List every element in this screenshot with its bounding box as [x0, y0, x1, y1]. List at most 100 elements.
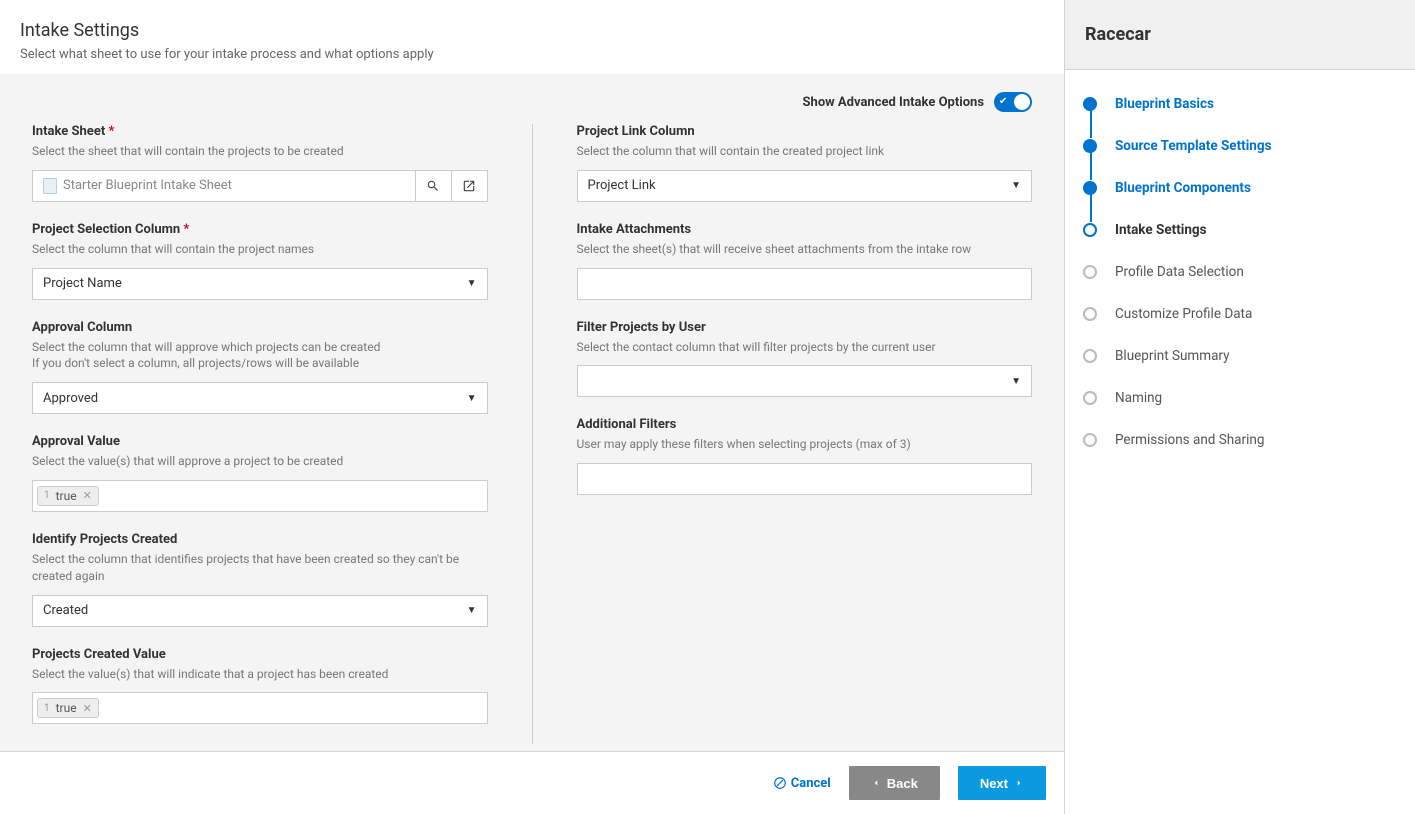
advanced-toggle-label: Show Advanced Intake Options: [803, 95, 984, 110]
created-value-tag: 1 true ✕: [37, 698, 99, 718]
tag-text: true: [56, 489, 77, 503]
page-header: Intake Settings Select what sheet to use…: [0, 0, 1064, 74]
created-value-help: Select the value(s) that will indicate t…: [32, 666, 488, 683]
additional-filters-label: Additional Filters: [577, 417, 1033, 432]
cancel-label: Cancel: [791, 776, 831, 791]
tag-text: true: [56, 701, 77, 715]
chevron-left-icon: [871, 778, 881, 788]
created-value-input[interactable]: 1 true ✕: [32, 692, 488, 724]
step-label: Intake Settings: [1115, 222, 1207, 238]
project-link-label: Project Link Column: [577, 124, 1033, 139]
page-title: Intake Settings: [20, 20, 1044, 41]
column-divider: [532, 124, 533, 744]
approval-column-help1: Select the column that will approve whic…: [32, 339, 488, 356]
approval-column-label: Approval Column: [32, 320, 488, 335]
additional-filters-input[interactable]: [577, 463, 1033, 495]
advanced-toggle[interactable]: ✔: [994, 92, 1032, 112]
content-body: Show Advanced Intake Options ✔ Intake Sh…: [0, 74, 1064, 751]
sidebar-title: Racecar: [1085, 24, 1395, 45]
step-item[interactable]: Blueprint Components: [1083, 180, 1397, 222]
identify-created-value: Created: [43, 603, 88, 618]
step-connector: [1090, 404, 1092, 432]
external-link-icon: [462, 179, 476, 193]
chevron-down-icon: ▼: [467, 393, 477, 404]
field-additional-filters: Additional Filters User may apply these …: [577, 417, 1033, 495]
field-filter-user: Filter Projects by User Select the conta…: [577, 320, 1033, 398]
step-item[interactable]: Blueprint Summary: [1083, 348, 1397, 390]
additional-filters-help: User may apply these filters when select…: [577, 436, 1033, 453]
sidebar-header: Racecar: [1065, 0, 1415, 70]
intake-sheet-help: Select the sheet that will contain the p…: [32, 143, 488, 160]
chevron-down-icon: ▼: [1011, 180, 1021, 191]
tag-number: 1: [44, 490, 50, 501]
open-sheet-button[interactable]: [452, 170, 488, 202]
field-created-value: Projects Created Value Select the value(…: [32, 647, 488, 725]
intake-sheet-label: Intake Sheet: [32, 124, 105, 139]
step-label: Blueprint Summary: [1115, 348, 1230, 364]
cancel-button[interactable]: Cancel: [773, 776, 831, 791]
step-item[interactable]: Source Template Settings: [1083, 138, 1397, 180]
step-item[interactable]: Profile Data Selection: [1083, 264, 1397, 306]
step-bullet-icon: [1083, 181, 1097, 195]
field-intake-attachments: Intake Attachments Select the sheet(s) t…: [577, 222, 1033, 300]
left-column: Intake Sheet * Select the sheet that wil…: [32, 124, 488, 744]
filter-user-select[interactable]: ▼: [577, 365, 1033, 397]
sidebar: Racecar Blueprint BasicsSource Template …: [1065, 0, 1415, 814]
approval-column-select[interactable]: Approved ▼: [32, 382, 488, 414]
main-area: Intake Settings Select what sheet to use…: [0, 0, 1065, 814]
search-sheet-button[interactable]: [416, 170, 452, 202]
step-bullet-icon: [1083, 391, 1097, 405]
field-project-selection: Project Selection Column * Select the co…: [32, 222, 488, 300]
intake-sheet-input[interactable]: Starter Blueprint Intake Sheet: [32, 170, 416, 202]
project-link-value: Project Link: [588, 178, 656, 193]
step-connector: [1090, 278, 1092, 306]
chevron-down-icon: ▼: [467, 278, 477, 289]
toggle-knob: [1014, 94, 1030, 110]
remove-tag-icon[interactable]: ✕: [83, 702, 92, 715]
step-bullet-icon: [1083, 223, 1097, 237]
step-item[interactable]: Customize Profile Data: [1083, 306, 1397, 348]
tag-number: 1: [44, 703, 50, 714]
back-label: Back: [887, 776, 918, 791]
project-link-select[interactable]: Project Link ▼: [577, 170, 1033, 202]
intake-attachments-input[interactable]: [577, 268, 1033, 300]
created-value-label: Projects Created Value: [32, 647, 488, 662]
step-label: Naming: [1115, 390, 1162, 406]
step-label: Permissions and Sharing: [1115, 432, 1264, 448]
step-item[interactable]: Permissions and Sharing: [1083, 432, 1397, 448]
step-connector: [1090, 362, 1092, 390]
step-bullet-icon: [1083, 433, 1097, 447]
project-selection-select[interactable]: Project Name ▼: [32, 268, 488, 300]
intake-sheet-value: Starter Blueprint Intake Sheet: [63, 178, 232, 193]
advanced-toggle-row: Show Advanced Intake Options ✔: [16, 92, 1048, 124]
back-button[interactable]: Back: [849, 766, 940, 800]
intake-attachments-help: Select the sheet(s) that will receive sh…: [577, 241, 1033, 258]
identify-created-label: Identify Projects Created: [32, 532, 488, 547]
right-column: Project Link Column Select the column th…: [577, 124, 1033, 744]
step-bullet-icon: [1083, 349, 1097, 363]
field-approval-column: Approval Column Select the column that w…: [32, 320, 488, 415]
field-project-link: Project Link Column Select the column th…: [577, 124, 1033, 202]
step-item[interactable]: Intake Settings: [1083, 222, 1397, 264]
next-button[interactable]: Next: [958, 766, 1046, 800]
step-label: Source Template Settings: [1115, 138, 1272, 154]
project-selection-help: Select the column that will contain the …: [32, 241, 488, 258]
step-connector: [1090, 110, 1092, 138]
step-item[interactable]: Naming: [1083, 390, 1397, 432]
approval-value-input[interactable]: 1 true ✕: [32, 480, 488, 512]
required-asterisk: *: [183, 222, 189, 237]
identify-created-select[interactable]: Created ▼: [32, 595, 488, 627]
step-item[interactable]: Blueprint Basics: [1083, 96, 1397, 138]
steps-list: Blueprint BasicsSource Template Settings…: [1065, 70, 1415, 474]
sheet-icon: [43, 178, 57, 194]
step-connector: [1090, 236, 1092, 264]
approval-column-value: Approved: [43, 391, 98, 406]
chevron-down-icon: ▼: [1011, 376, 1021, 387]
remove-tag-icon[interactable]: ✕: [83, 489, 92, 502]
chevron-down-icon: ▼: [467, 605, 477, 616]
field-approval-value: Approval Value Select the value(s) that …: [32, 434, 488, 512]
project-selection-value: Project Name: [43, 276, 122, 291]
step-connector: [1090, 152, 1092, 180]
step-connector: [1090, 320, 1092, 348]
step-label: Profile Data Selection: [1115, 264, 1244, 280]
